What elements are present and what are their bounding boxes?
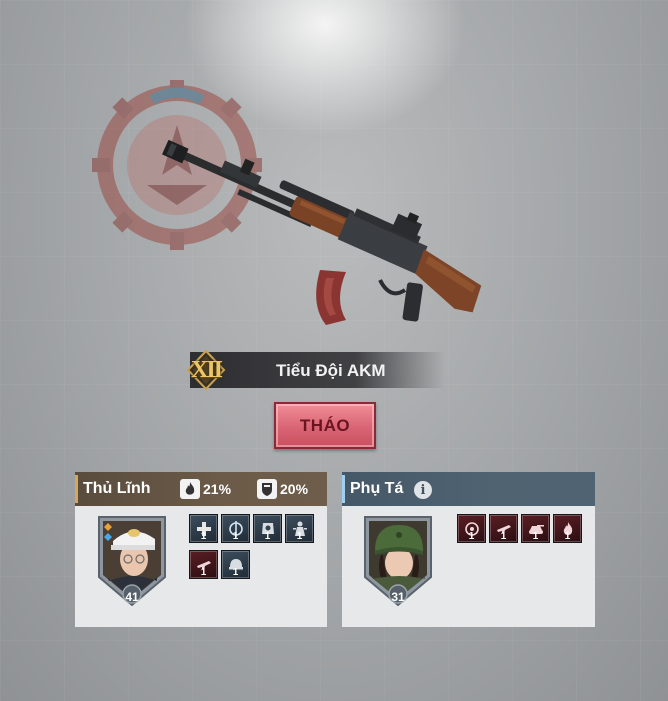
header-accent (75, 475, 78, 503)
squad-name: Tiểu Đội AKM (276, 361, 386, 380)
leader-title: Thủ Lĩnh (83, 480, 151, 497)
leader-stat-defense-value: 20% (280, 481, 309, 497)
leader-stat-fire-value: 21% (203, 481, 232, 497)
assistant-panel-header: Phụ Tá i (342, 472, 595, 506)
skill-level: 1 (468, 531, 475, 542)
skill-level: 1 (200, 567, 207, 578)
skill-level: 1 (232, 531, 239, 542)
info-icon[interactable]: i (414, 481, 432, 499)
header-accent (342, 475, 345, 503)
leader-skill-6[interactable]: 1 (221, 550, 250, 579)
assistant-portrait[interactable]: 31 (363, 515, 433, 607)
leader-skill-1[interactable]: 1 (189, 514, 218, 543)
rank-numeral: XII (190, 356, 223, 383)
leader-level: 41 (125, 590, 139, 604)
leader-skill-4[interactable]: 1 (285, 514, 314, 543)
assistant-skill-4[interactable]: 1 (553, 514, 582, 543)
assistant-title: Phụ Tá (350, 480, 404, 497)
skill-level: 1 (296, 531, 303, 542)
assistant-skill-3[interactable]: 1 (521, 514, 550, 543)
defense-shield-icon (257, 479, 277, 499)
squad-name-bar: XII Tiểu Đội AKM (186, 350, 445, 390)
assistant-panel: Phụ Tá i 31 1 1 1 1 (342, 472, 595, 627)
unequip-button[interactable]: THÁO (274, 402, 376, 449)
leader-stat-defense: 20% (257, 479, 308, 499)
leader-panel-header: Thủ Lĩnh 21% 20% (75, 472, 327, 506)
leader-rank-pips-icon (104, 523, 112, 541)
leader-panel: Thủ Lĩnh 21% 20% 41 1 1 1 1 1 1 (75, 472, 327, 627)
leader-skill-2[interactable]: 1 (221, 514, 250, 543)
skill-level: 1 (232, 567, 239, 578)
assistant-level: 31 (391, 590, 405, 604)
leader-skill-3[interactable]: 1 (253, 514, 282, 543)
skill-level: 1 (200, 531, 207, 542)
akm-rifle-image (162, 140, 482, 325)
skill-level: 1 (264, 531, 271, 542)
rank-badge: XII (186, 350, 226, 390)
assistant-skill-1[interactable]: 1 (457, 514, 486, 543)
fire-power-icon (180, 479, 200, 499)
assistant-skill-2[interactable]: 1 (489, 514, 518, 543)
leader-stat-fire: 21% (180, 479, 231, 499)
skill-level: 1 (500, 531, 507, 542)
leader-portrait[interactable]: 41 (97, 515, 167, 607)
leader-skill-5[interactable]: 1 (189, 550, 218, 579)
skill-level: 1 (564, 531, 571, 542)
skill-level: 1 (532, 531, 539, 542)
